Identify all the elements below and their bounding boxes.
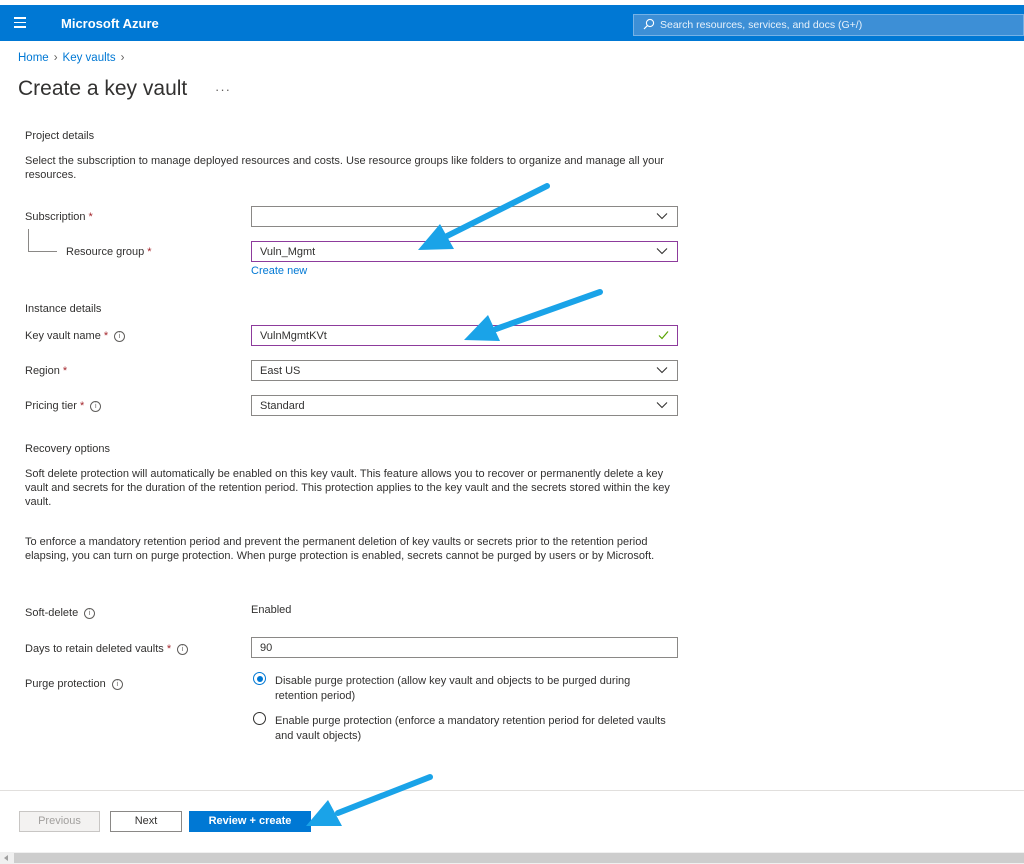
search-placeholder: Search resources, services, and docs (G+… <box>660 19 863 31</box>
scrollbar-thumb[interactable] <box>14 853 1024 863</box>
chevron-down-icon <box>656 367 668 374</box>
disable-purge-label[interactable]: Disable purge protection (allow key vaul… <box>275 674 675 704</box>
brand-title[interactable]: Microsoft Azure <box>61 16 159 31</box>
create-new-link[interactable]: Create new <box>251 265 307 277</box>
page-title: Create a key vault <box>18 77 188 100</box>
search-icon <box>643 18 655 30</box>
subscription-label: Subscription * <box>25 211 93 223</box>
pricing-tier-select[interactable]: Standard <box>251 395 678 416</box>
days-to-retain-label: Days to retain deleted vaults * i <box>25 643 189 655</box>
resource-group-value: Vuln_Mgmt <box>260 246 316 258</box>
more-options-icon[interactable]: ··· <box>215 82 231 97</box>
region-label: Region * <box>25 365 68 377</box>
review-create-button[interactable]: Review + create <box>189 811 311 832</box>
days-to-retain-value: 90 <box>260 642 273 654</box>
soft-delete-description: Soft delete protection will automaticall… <box>25 468 670 508</box>
region-value: East US <box>260 365 301 377</box>
breadcrumb-key-vaults[interactable]: Key vaults <box>63 52 116 64</box>
region-select[interactable]: East US <box>251 360 678 381</box>
hamburger-menu-icon[interactable] <box>14 17 26 28</box>
soft-delete-label: Soft-delete i <box>25 607 96 619</box>
soft-delete-value: Enabled <box>251 604 292 616</box>
tree-connector <box>28 251 57 252</box>
chevron-down-icon <box>656 402 668 409</box>
chevron-down-icon <box>656 213 668 220</box>
horizontal-scrollbar[interactable] <box>0 852 1024 864</box>
key-vault-name-input[interactable]: VulnMgmtKVt <box>251 325 678 346</box>
chevron-right-icon: › <box>120 52 125 64</box>
next-button[interactable]: Next <box>110 811 182 832</box>
instance-details-heading: Instance details <box>25 303 102 315</box>
previous-button[interactable]: Previous <box>19 811 100 832</box>
chevron-down-icon <box>656 248 668 255</box>
enable-purge-label[interactable]: Enable purge protection (enforce a manda… <box>275 714 675 744</box>
checkmark-icon <box>658 331 669 340</box>
disable-purge-radio[interactable] <box>253 672 266 685</box>
tree-connector <box>28 229 29 251</box>
purge-protection-description: To enforce a mandatory retention period … <box>25 536 655 562</box>
breadcrumb-home[interactable]: Home <box>18 52 49 64</box>
pricing-tier-label: Pricing tier * i <box>25 400 102 412</box>
resource-group-select[interactable]: Vuln_Mgmt <box>251 241 678 262</box>
global-search-input[interactable]: Search resources, services, and docs (G+… <box>633 14 1024 36</box>
info-icon[interactable]: i <box>111 679 123 690</box>
resource-group-label: Resource group * <box>66 246 152 258</box>
project-details-heading: Project details <box>25 130 95 142</box>
info-icon[interactable]: i <box>177 644 189 655</box>
top-bar: Microsoft Azure Search resources, servic… <box>0 5 1024 41</box>
pricing-tier-value: Standard <box>260 400 305 412</box>
subscription-select[interactable] <box>251 206 678 227</box>
breadcrumb: Home › Key vaults › <box>18 52 129 64</box>
enable-purge-radio[interactable] <box>253 712 266 725</box>
info-icon[interactable]: i <box>114 331 126 342</box>
key-vault-name-value: VulnMgmtKVt <box>260 330 327 342</box>
annotation-arrow-icon <box>306 774 433 826</box>
footer-divider <box>0 790 1024 791</box>
info-icon[interactable]: i <box>90 401 102 412</box>
project-details-description: Select the subscription to manage deploy… <box>25 155 664 181</box>
chevron-right-icon: › <box>53 52 58 64</box>
days-to-retain-input[interactable]: 90 <box>251 637 678 658</box>
purge-protection-label: Purge protection i <box>25 678 123 690</box>
recovery-options-heading: Recovery options <box>25 443 110 455</box>
info-icon[interactable]: i <box>84 608 96 619</box>
scroll-left-icon[interactable] <box>4 855 8 861</box>
key-vault-name-label: Key vault name * i <box>25 330 126 342</box>
